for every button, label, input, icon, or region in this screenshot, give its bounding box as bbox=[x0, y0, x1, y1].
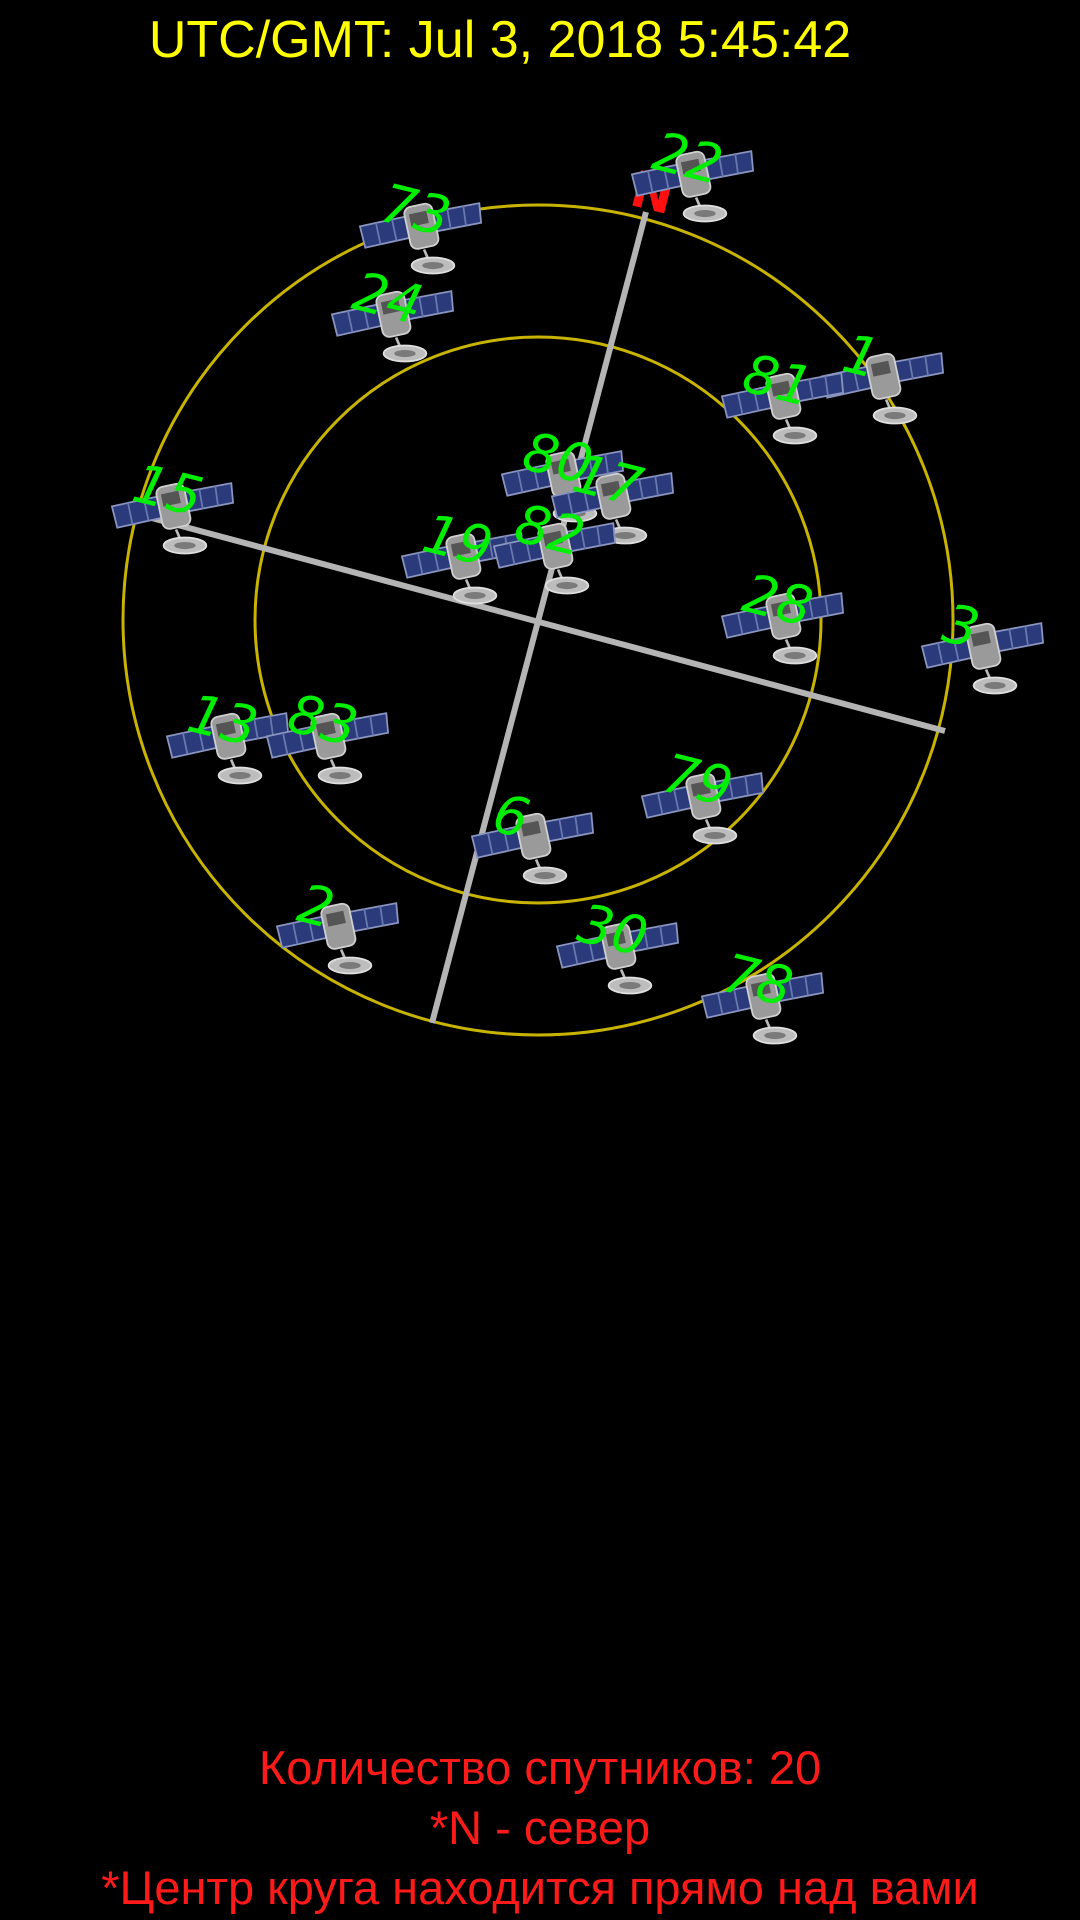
north-legend: *N - север bbox=[429, 1801, 651, 1854]
satellite-78: 78 bbox=[700, 941, 825, 1045]
satellite-3: 3 bbox=[920, 591, 1045, 695]
satellite-28: 28 bbox=[720, 561, 845, 665]
satellite-icon bbox=[470, 811, 595, 885]
satellite-13: 13 bbox=[165, 681, 290, 785]
gps-sky-view-screen: UTC/GMT: Jul 3, 2018 5:45:42 22 73 24 1 … bbox=[0, 0, 1080, 1920]
satellite-list: 22732418180171519 8228 313 837962 3078 bbox=[110, 119, 1045, 1045]
satellite-sky-plot: N 2273241818017151982283138379623078 bbox=[110, 119, 1045, 1045]
satellite-79: 79 bbox=[640, 741, 765, 845]
satellite-81: 81 bbox=[720, 341, 845, 445]
center-note: *Центр круга находится прямо над вами bbox=[101, 1861, 979, 1914]
satellite-icon bbox=[275, 901, 400, 975]
legend-footer: Количество спутников: 20 *N - север *Цен… bbox=[0, 1738, 1080, 1918]
satellite-count: Количество спутников: 20 bbox=[258, 1741, 822, 1794]
satellite-icon bbox=[920, 621, 1045, 695]
satellite-83: 83 bbox=[265, 681, 390, 785]
satellite-73: 73 bbox=[358, 171, 483, 275]
satellite-30: 30 bbox=[555, 891, 680, 995]
satellite-24: 24 bbox=[330, 259, 455, 363]
